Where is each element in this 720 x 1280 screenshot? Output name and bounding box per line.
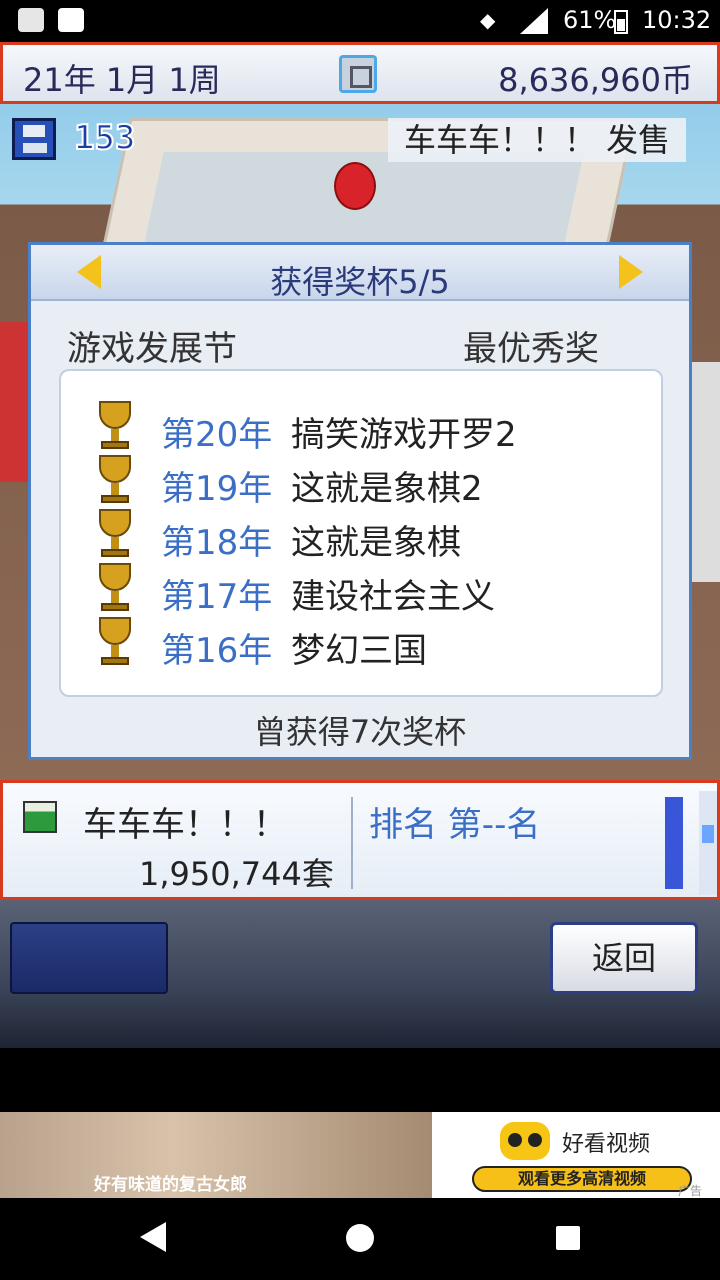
trophy-icon <box>91 455 139 505</box>
next-arrow-icon[interactable] <box>619 255 643 289</box>
back-button[interactable]: 返回 <box>550 922 698 994</box>
status-bar: ◆ 61% 10:32 <box>0 0 720 42</box>
trophy-icon <box>91 509 139 559</box>
camera-icon[interactable] <box>339 55 377 93</box>
trophy-year: 第19年 <box>161 469 273 509</box>
game-date: 21年 1月 1周 <box>23 61 221 99</box>
scene-decoration-right <box>692 362 720 582</box>
wifi-icon: ◆ <box>480 8 496 32</box>
clock: 10:32 <box>642 6 712 34</box>
spacer <box>0 1048 720 1112</box>
scrollbar[interactable] <box>699 791 717 895</box>
trophy-game: 这就是象棋 <box>291 523 461 563</box>
ad-banner[interactable]: 好有味道的复古女郎 好看视频 观看更多高清视频 广告 <box>0 1112 720 1198</box>
top-bar: 21年 1月 1周 8,636,960币 <box>0 42 720 104</box>
ad-cta-button[interactable]: 观看更多高清视频 <box>472 1166 692 1192</box>
divider <box>351 797 353 889</box>
game-title: 车车车！！！ <box>83 805 287 845</box>
lantern-icon <box>334 162 376 210</box>
money-display: 8,636,960币 <box>498 61 693 99</box>
ad-brand: 好看视频 <box>562 1132 651 1157</box>
trophy-game: 这就是象棋2 <box>291 469 483 509</box>
trophy-year: 第20年 <box>161 415 273 455</box>
game-thumbnail-icon <box>23 801 57 833</box>
sales-count: 1,950,744套 <box>139 855 334 893</box>
trophy-dialog: 获得奖杯5/5 游戏发展节 最优秀奖 第20年 搞笑游戏开罗2 第19年 这就是… <box>28 242 692 760</box>
recents-nav-icon[interactable] <box>556 1226 580 1250</box>
trophy-year: 第16年 <box>161 631 273 671</box>
festival-name: 游戏发展节 <box>67 329 237 369</box>
back-nav-icon[interactable] <box>140 1222 166 1252</box>
game-info-panel: 车车车！！！ 1,950,744套 排名 第--名 <box>0 780 720 900</box>
home-nav-icon[interactable] <box>346 1224 374 1252</box>
app-notification-icon <box>58 8 84 32</box>
image-notification-icon <box>18 8 44 32</box>
menu-button[interactable] <box>10 922 168 994</box>
rank-text: 排名 第--名 <box>369 805 541 845</box>
battery-percent: 61% <box>563 6 617 34</box>
trophy-year: 第17年 <box>161 577 273 617</box>
trophy-total: 曾获得7次奖杯 <box>253 713 467 751</box>
rank-bar <box>665 797 683 889</box>
save-icon[interactable] <box>12 118 56 160</box>
navigation-bar <box>0 1198 720 1280</box>
award-name: 最优秀奖 <box>463 329 599 369</box>
trophy-list: 第20年 搞笑游戏开罗2 第19年 这就是象棋2 第18年 这就是象棋 第17年… <box>59 369 663 697</box>
haokan-logo-icon <box>500 1122 550 1160</box>
battery-icon <box>614 10 628 34</box>
trophy-game: 梦幻三国 <box>291 631 427 671</box>
trophy-icon <box>91 617 139 667</box>
save-count: 153 <box>73 117 136 159</box>
signal-icon <box>520 8 548 34</box>
trophy-game: 搞笑游戏开罗2 <box>291 415 517 455</box>
trophy-icon <box>91 563 139 613</box>
trophy-icon <box>91 401 139 451</box>
dialog-title: 获得奖杯5/5 <box>270 263 450 301</box>
dialog-header: 获得奖杯5/5 <box>31 245 689 301</box>
trophy-year: 第18年 <box>161 523 273 563</box>
release-banner: 车车车！！！ 发售 <box>388 118 687 162</box>
trophy-game: 建设社会主义 <box>291 577 495 617</box>
bottom-bar: 返回 <box>0 900 720 1048</box>
ad-tag: 广告 <box>678 1184 703 1198</box>
ad-caption: 好有味道的复古女郎 <box>94 1175 247 1195</box>
